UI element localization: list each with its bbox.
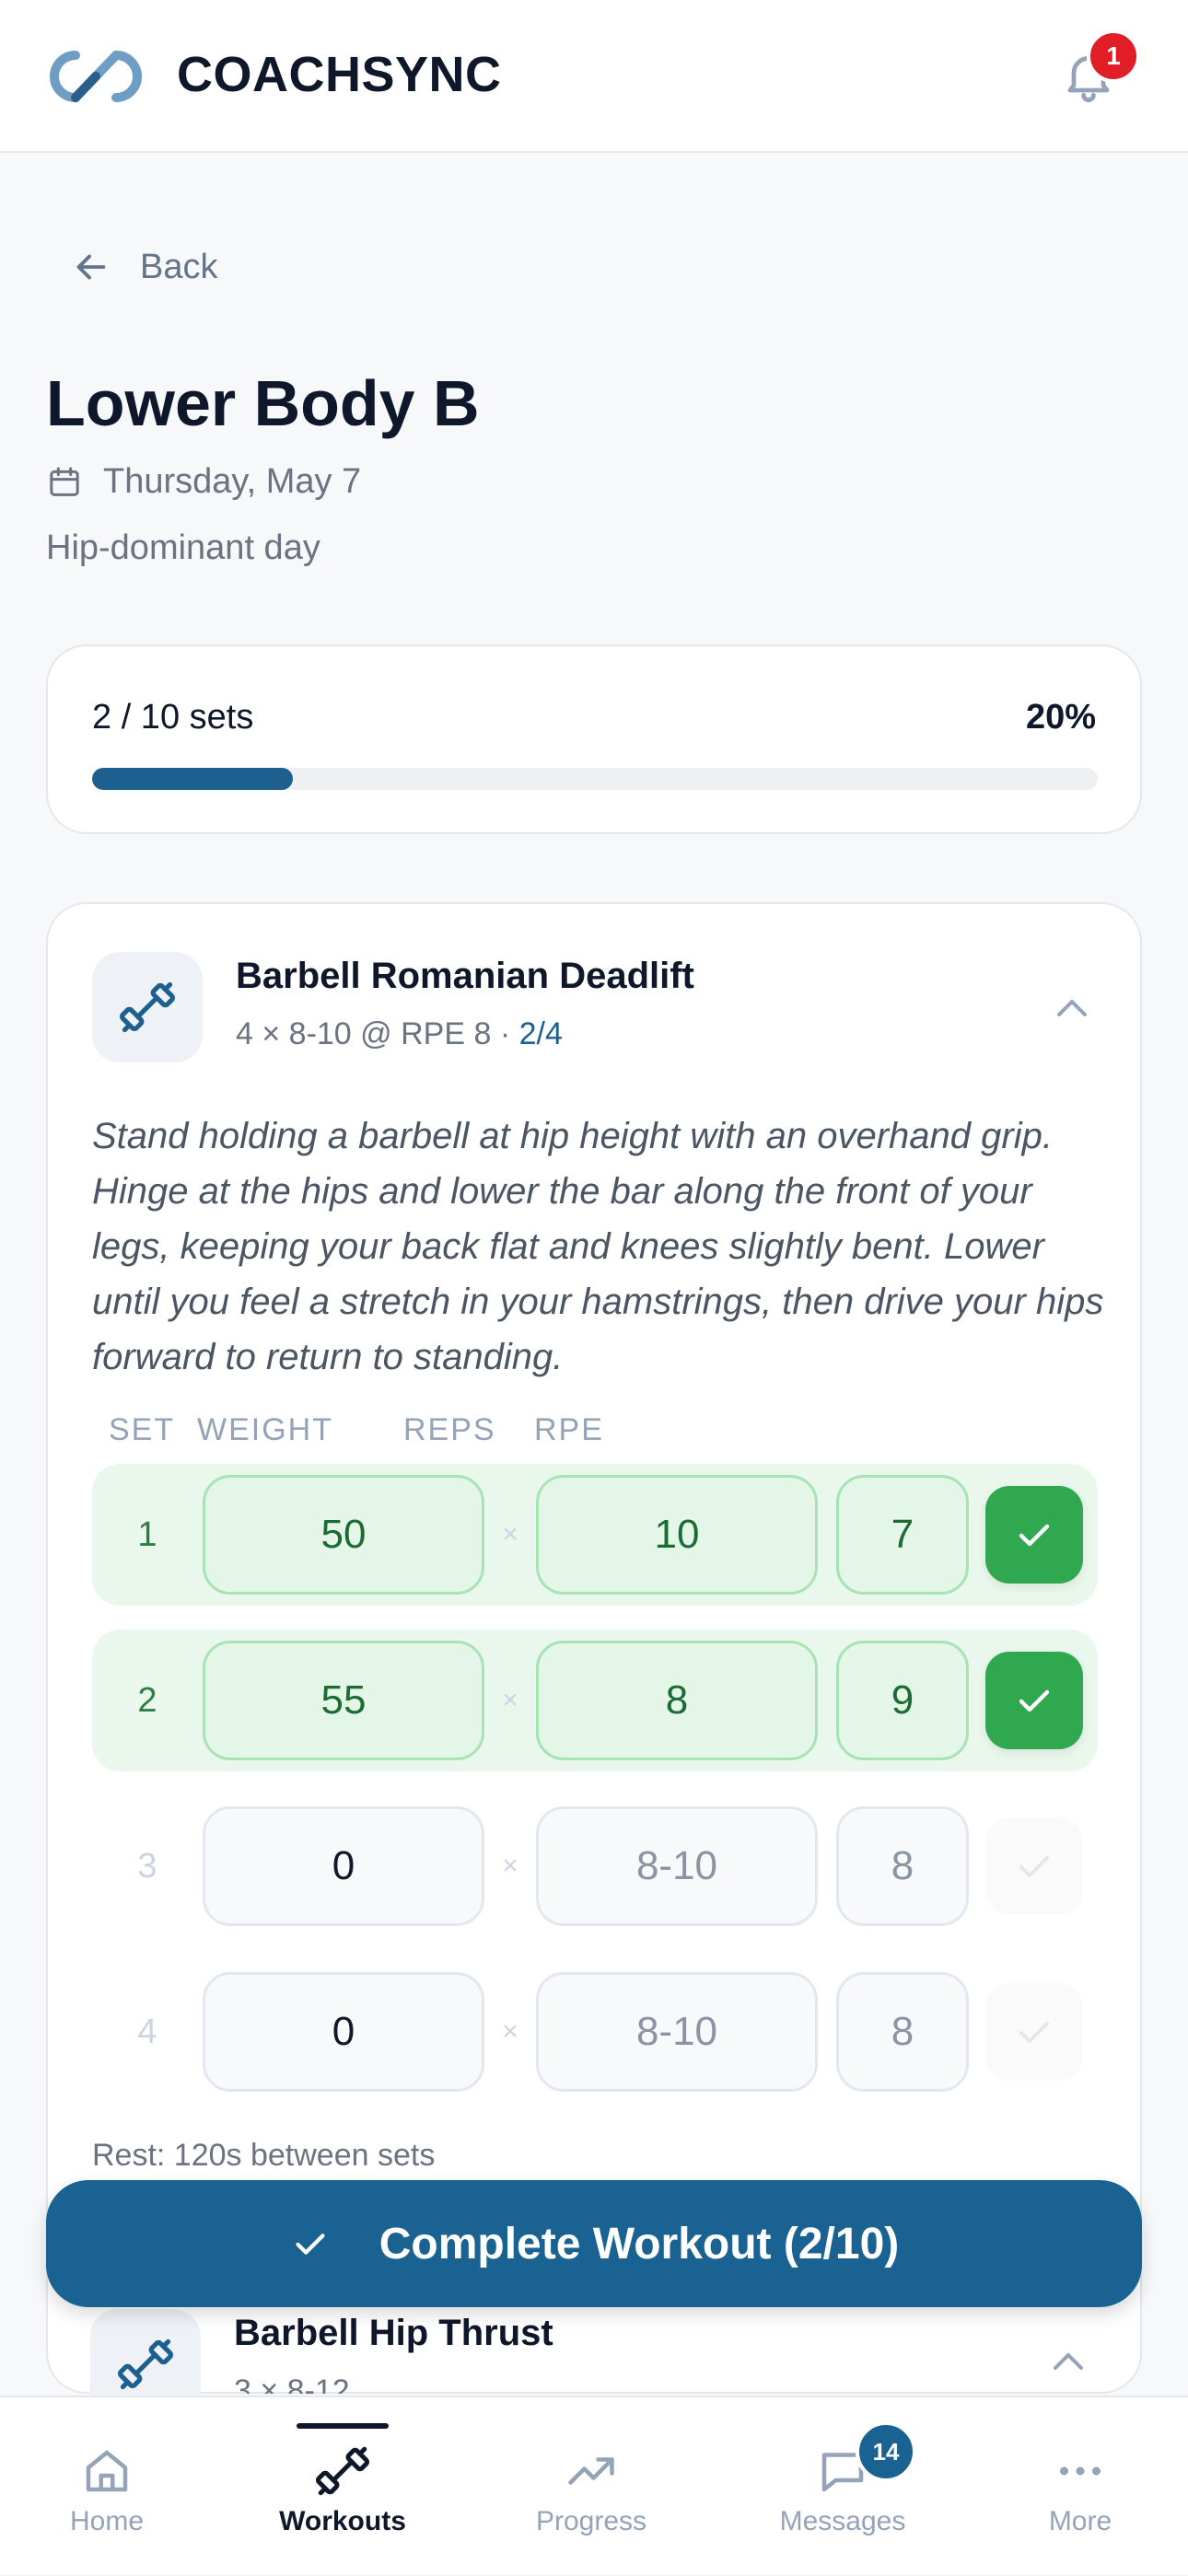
complete-set-button[interactable] [985, 1817, 1083, 1915]
nav-home[interactable]: Home [6, 2397, 208, 2576]
exercise-name: Barbell Romanian Deadlift [236, 956, 694, 996]
rpe-input[interactable]: 7 [836, 1475, 969, 1595]
active-indicator [297, 2423, 389, 2429]
times-separator: × [502, 1851, 518, 1881]
next-exercise-meta: 3 × 8-12 [234, 2373, 350, 2394]
nav-label: Home [69, 2506, 145, 2536]
complete-set-button[interactable] [985, 1486, 1083, 1584]
complete-set-button[interactable] [985, 1652, 1083, 1749]
exercise-prescription: 4 × 8-10 @ RPE 8 · [236, 1016, 519, 1051]
nav-workouts[interactable]: Workouts [241, 2397, 444, 2576]
rpe-input[interactable]: 8 [836, 1972, 969, 2092]
check-icon [1019, 1689, 1050, 1712]
col-weight: WEIGHT [197, 1412, 333, 1447]
weight-input[interactable]: 55 [203, 1641, 484, 1760]
workout-subtitle: Hip-dominant day [46, 528, 320, 567]
messages-badge: 14 [856, 2421, 916, 2482]
weight-input[interactable]: 0 [203, 1972, 484, 2092]
reps-input[interactable]: 8-10 [536, 1972, 818, 2092]
weight-input[interactable]: 50 [203, 1475, 484, 1595]
dumbbell-icon [118, 2338, 173, 2390]
set-row: 2 55 × 8 9 [92, 1630, 1098, 1771]
check-icon [1019, 1856, 1049, 1877]
col-rpe: RPE [534, 1412, 604, 1447]
check-icon [296, 2234, 325, 2255]
nav-messages[interactable]: 14 Messages [741, 2397, 944, 2576]
set-row: 3 0 × 8-10 8 [92, 1795, 1098, 1937]
set-number: 3 [137, 1847, 157, 1886]
set-number: 4 [137, 2013, 157, 2051]
calendar-icon [50, 467, 79, 496]
back-button[interactable]: Back [70, 241, 217, 293]
reps-input[interactable]: 8-10 [536, 1806, 818, 1926]
reps-input[interactable]: 10 [536, 1475, 818, 1595]
set-row: 1 50 × 10 7 [92, 1464, 1098, 1606]
dumbbell-icon [316, 2446, 369, 2496]
progress-percent: 20% [1025, 698, 1096, 737]
weight-input[interactable]: 0 [203, 1806, 484, 1926]
exercise-meta: 4 × 8-10 @ RPE 8 · 2/4 [236, 1016, 563, 1052]
times-separator: × [502, 2016, 518, 2047]
complete-set-button[interactable] [985, 1983, 1083, 2081]
reps-input[interactable]: 8 [536, 1641, 818, 1760]
nav-label: Progress [535, 2506, 647, 2536]
nav-label: Workouts [279, 2506, 406, 2536]
set-number: 1 [137, 1515, 157, 1554]
brand-name: COACHSYNC [177, 47, 502, 102]
check-icon [1019, 1524, 1050, 1547]
nav-progress[interactable]: Progress [490, 2397, 693, 2576]
times-separator: × [502, 1685, 518, 1715]
set-row: 4 0 × 8-10 8 [92, 1961, 1098, 2103]
check-icon [1019, 2022, 1049, 2043]
complete-workout-button[interactable]: Complete Workout (2/10) [46, 2180, 1142, 2307]
exercise-icon-box [92, 952, 203, 1062]
exercise-card: Barbell Romanian Deadlift 4 × 8-10 @ RPE… [46, 902, 1142, 2394]
arrow-left-icon [76, 254, 106, 280]
sets-table-header: SET WEIGHT REPS RPE [48, 1412, 1140, 1458]
exercise-description: Stand holding a barbell at hip height wi… [92, 1116, 1104, 1377]
nav-more[interactable]: More [979, 2397, 1182, 2576]
chevron-up-icon[interactable] [1050, 987, 1094, 1031]
progress-card: 2 / 10 sets 20% [46, 644, 1142, 834]
nav-label: More [1048, 2506, 1112, 2536]
rest-note: Rest: 120s between sets [92, 2138, 436, 2173]
coachsync-logo-icon [50, 50, 142, 103]
home-icon [86, 2450, 128, 2492]
date-text: Thursday, May 7 [103, 462, 362, 501]
exercise-progress: 2/4 [518, 1016, 563, 1051]
complete-workout-label: Complete Workout (2/10) [379, 2219, 900, 2269]
col-set: SET [109, 1412, 176, 1447]
workout-title: Lower Body B [46, 367, 480, 439]
more-icon [1060, 2466, 1101, 2476]
rpe-input[interactable]: 8 [836, 1806, 969, 1926]
progress-bar-fill [92, 768, 294, 790]
col-reps: REPS [403, 1412, 496, 1447]
workout-date: Thursday, May 7 [46, 462, 361, 502]
nav-label: Messages [779, 2506, 906, 2536]
notification-badge: 1 [1087, 29, 1140, 83]
back-label: Back [140, 247, 218, 286]
dumbbell-icon [120, 981, 175, 1033]
progress-bar [92, 768, 1098, 790]
set-number: 2 [137, 1681, 157, 1720]
next-exercise-name: Barbell Hip Thrust [234, 2313, 553, 2353]
app-header: COACHSYNC 1 [0, 0, 1188, 153]
trending-up-icon [568, 2457, 614, 2485]
times-separator: × [502, 1519, 518, 1549]
rpe-input[interactable]: 9 [836, 1641, 969, 1760]
chevron-up-icon[interactable] [1046, 2340, 1090, 2385]
bottom-nav: Home Workouts Progress 14 Messages More [0, 2396, 1188, 2574]
sets-progress-label: 2 / 10 sets [92, 698, 254, 737]
